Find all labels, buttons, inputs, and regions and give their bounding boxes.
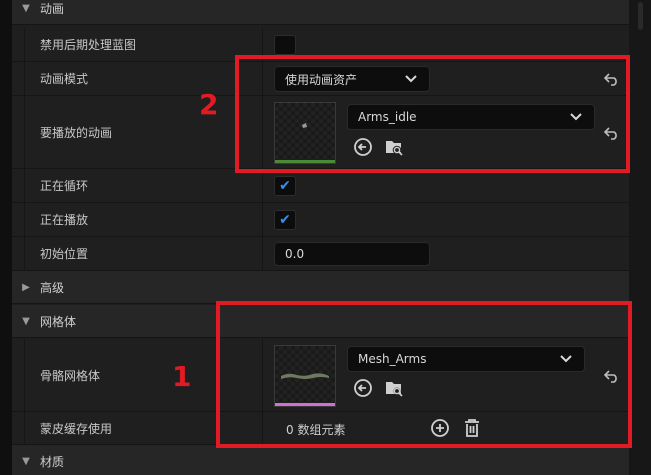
disable-post-process-checkbox[interactable] — [274, 35, 296, 55]
reset-to-default-icon[interactable] — [602, 123, 622, 143]
category-title: 材质 — [40, 454, 65, 469]
scrollbar[interactable] — [629, 0, 651, 475]
chevron-right-icon: ▶ — [22, 281, 30, 293]
reset-to-default-icon[interactable] — [602, 69, 622, 89]
details-panel: ▼ 动画 禁用后期处理蓝图 动画模式 使用动画资产 要播放的动画 Arms_id… — [12, 0, 629, 475]
property-row-disable-post-process: 禁用后期处理蓝图 — [12, 28, 629, 62]
property-label: 骨骼网格体 — [40, 368, 101, 383]
property-row-anim-to-play: 要播放的动画 Arms_idle — [12, 96, 629, 169]
scrollbar-thumb[interactable] — [638, 2, 643, 30]
category-materials[interactable]: ▼ 材质 — [12, 445, 629, 475]
property-row-skeletal-mesh: 骨骼网格体 Mesh_Arms — [12, 339, 629, 412]
trash-icon[interactable] — [462, 418, 482, 438]
property-row-looping: 正在循环 ✔ — [12, 169, 629, 203]
property-label: 蒙皮缓存使用 — [40, 421, 113, 436]
category-animation[interactable]: ▼ 动画 — [12, 0, 629, 25]
skeletal-mesh-dropdown[interactable]: Mesh_Arms — [347, 346, 585, 372]
anim-thumbnail-image — [302, 123, 307, 128]
category-mesh[interactable]: ▼ 网格体 — [12, 305, 629, 338]
category-advanced[interactable]: ▶ 高级 — [12, 271, 629, 304]
add-element-icon[interactable] — [430, 418, 450, 438]
annotation-number-1: 1 — [172, 360, 192, 393]
category-title: 高级 — [40, 280, 65, 295]
category-title: 动画 — [40, 1, 65, 16]
dropdown-value: 使用动画资产 — [285, 72, 358, 87]
chevron-down-icon: ▼ — [22, 315, 30, 327]
property-label: 正在播放 — [40, 213, 89, 227]
chevron-down-icon — [560, 355, 572, 363]
property-label: 正在循环 — [40, 179, 89, 193]
property-label: 要播放的动画 — [40, 125, 113, 140]
mesh-thumbnail-image — [281, 373, 329, 379]
animation-asset-dropdown[interactable]: Arms_idle — [347, 104, 595, 130]
playing-checkbox[interactable]: ✔ — [274, 210, 296, 230]
animation-mode-dropdown[interactable]: 使用动画资产 — [274, 66, 430, 92]
annotation-number-2: 2 — [199, 88, 219, 121]
chevron-down-icon — [570, 113, 582, 121]
browse-to-asset-icon[interactable] — [384, 137, 404, 157]
browse-to-asset-icon[interactable] — [384, 378, 404, 398]
chevron-down-icon: ▼ — [22, 455, 30, 467]
initial-position-input[interactable]: 0.0 — [274, 242, 430, 266]
reset-to-default-icon[interactable] — [602, 366, 622, 386]
use-selected-asset-icon[interactable] — [353, 378, 373, 398]
skeletal-mesh-thumbnail[interactable] — [274, 345, 336, 407]
animation-asset-thumbnail[interactable] — [274, 102, 336, 164]
chevron-down-icon — [405, 75, 417, 83]
dropdown-value: Arms_idle — [358, 110, 417, 124]
property-label: 禁用后期处理蓝图 — [40, 38, 137, 52]
property-row-skin-cache-usage: 蒙皮缓存使用 0 数组元素 — [12, 412, 629, 445]
chevron-down-icon: ▼ — [22, 2, 30, 14]
property-label: 动画模式 — [40, 72, 89, 86]
array-element-count: 0 数组元素 — [286, 423, 346, 437]
property-row-animation-mode: 动画模式 使用动画资产 — [12, 62, 629, 96]
property-row-playing: 正在播放 ✔ — [12, 203, 629, 237]
property-row-initial-position: 初始位置 0.0 — [12, 237, 629, 271]
use-selected-asset-icon[interactable] — [353, 137, 373, 157]
category-title: 网格体 — [40, 314, 77, 329]
looping-checkbox[interactable]: ✔ — [274, 176, 296, 196]
asset-type-bar — [275, 403, 335, 406]
dropdown-value: Mesh_Arms — [358, 352, 427, 366]
asset-type-bar — [275, 160, 335, 163]
left-gutter — [0, 0, 12, 475]
property-label: 初始位置 — [40, 247, 89, 261]
